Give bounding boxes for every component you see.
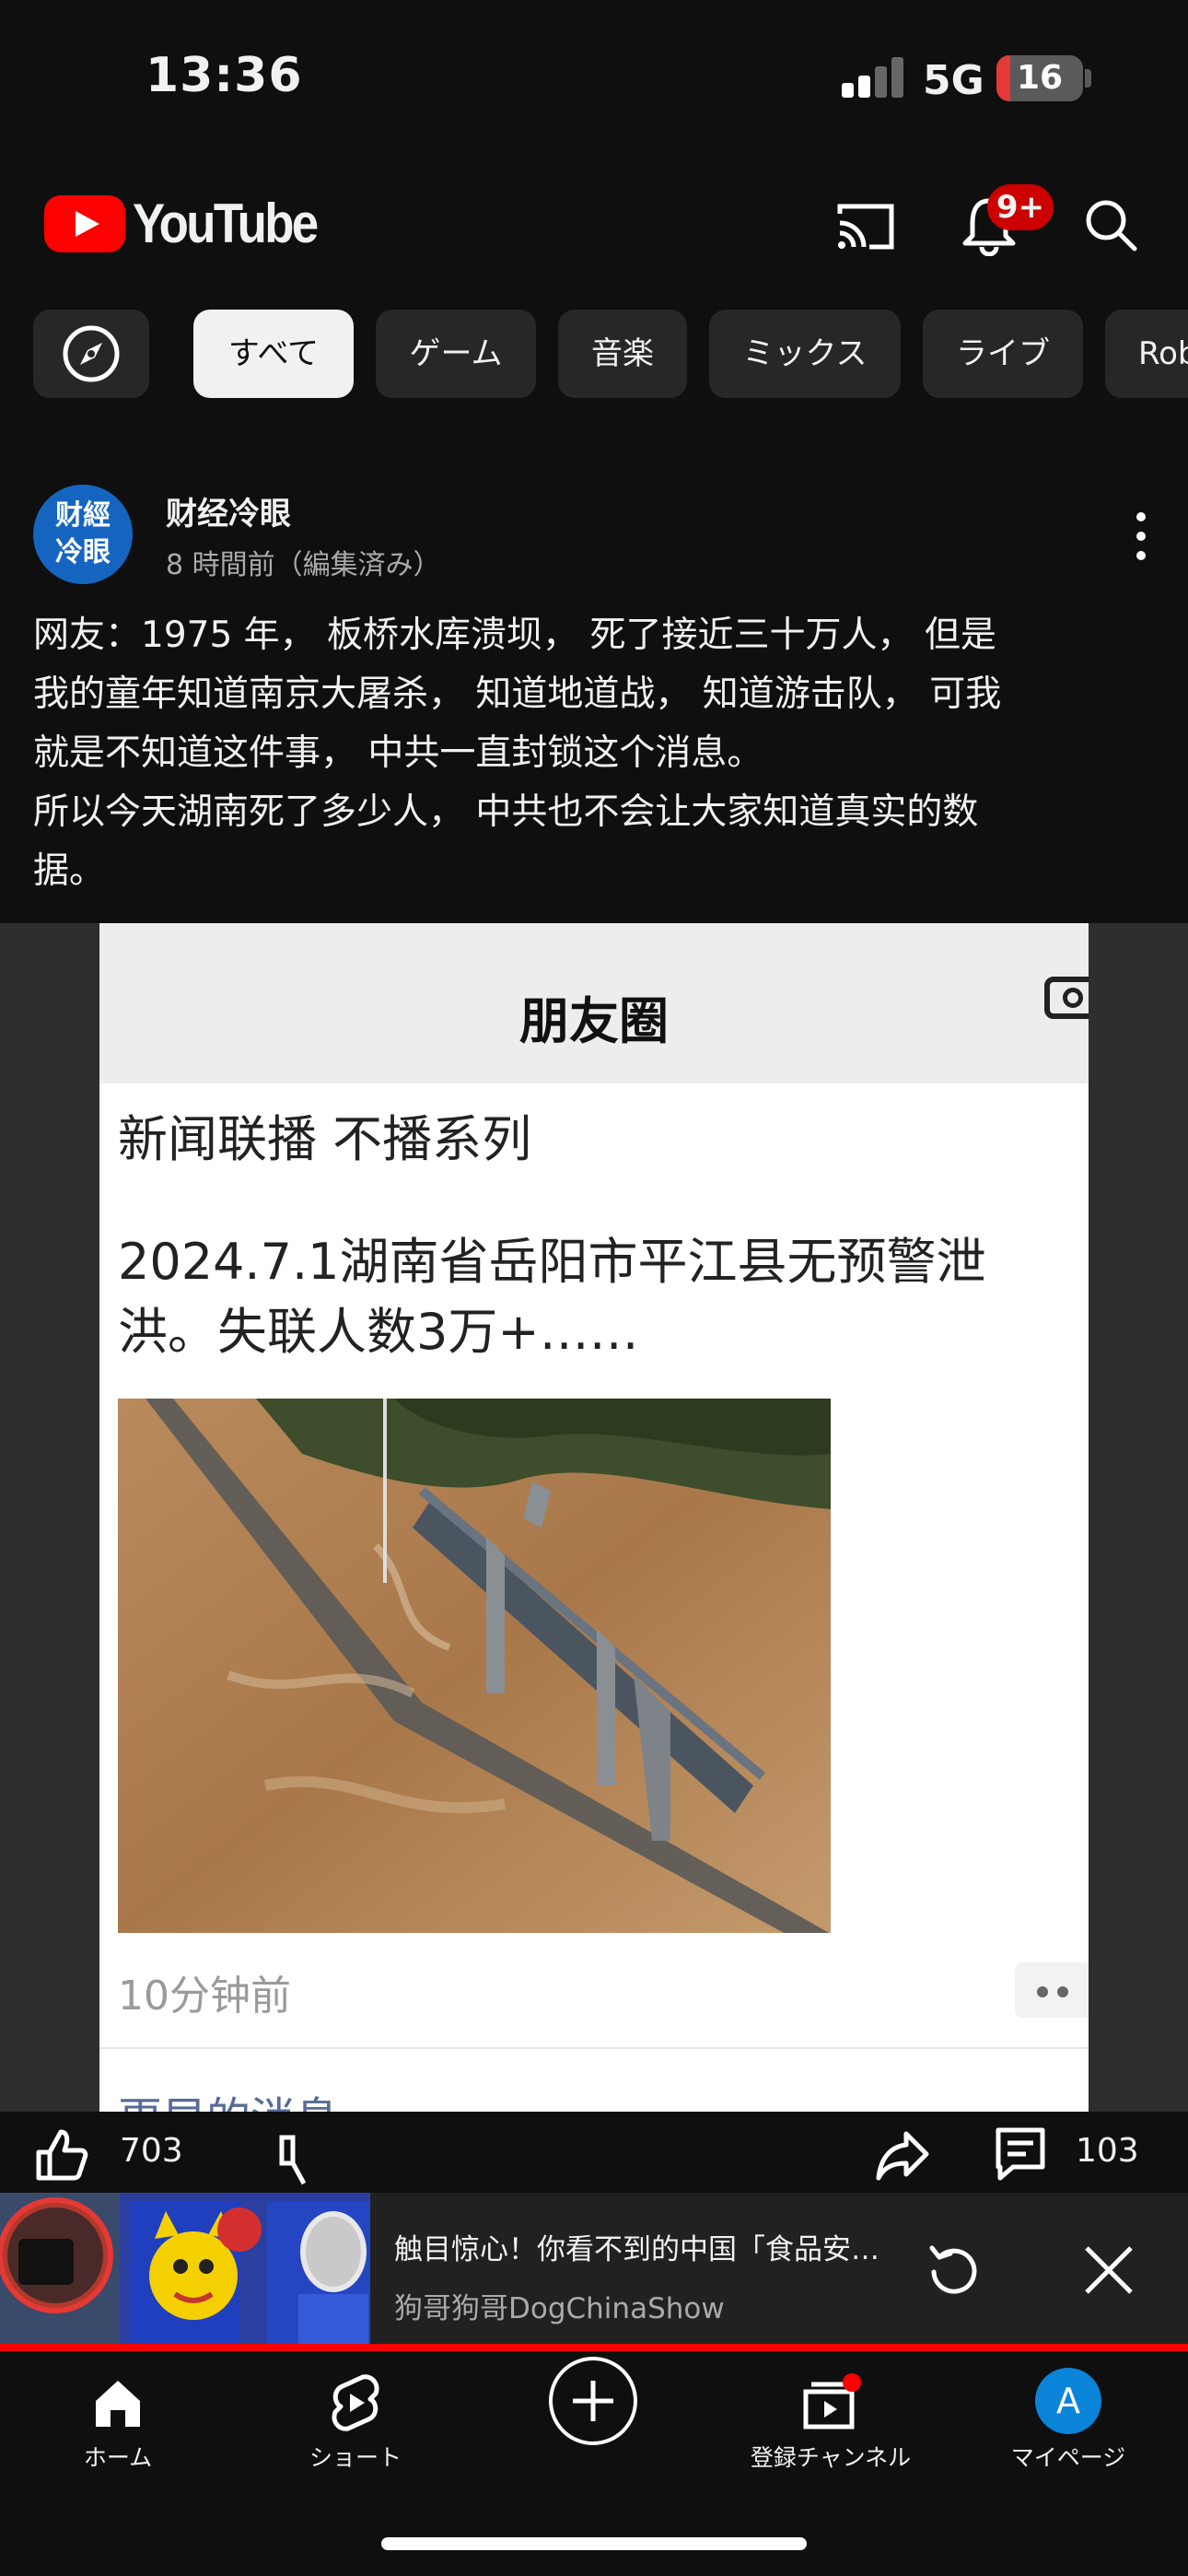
miniplayer-title[interactable]: 触目惊心！你看不到的中国「食品安全」 xyxy=(394,2226,882,2267)
notification-badge: 9+ xyxy=(987,184,1054,230)
miniplayer-progress-bar xyxy=(0,2344,1188,2351)
like-count: 703 xyxy=(120,2132,183,2170)
chip-gaming[interactable]: ゲーム xyxy=(376,310,536,398)
network-type: 5G xyxy=(923,57,984,104)
like-icon[interactable] xyxy=(33,2126,88,2182)
moments-more-icon xyxy=(1015,1962,1089,2018)
compass-icon xyxy=(63,325,120,382)
more-options-icon[interactable] xyxy=(1127,509,1155,564)
nav-you-label: マイページ xyxy=(1010,2444,1126,2471)
nav-home-label: ホーム xyxy=(83,2444,153,2471)
moments-next: 更早的消息 xyxy=(118,2082,339,2112)
nav-create[interactable] xyxy=(492,2351,694,2451)
channel-avatar[interactable]: 财經 冷眼 xyxy=(33,485,133,584)
moments-line-2: 2024.7.1湖南省岳阳市平江县无预警泄洪。失联人数3万+…… xyxy=(118,1233,986,1361)
post-image[interactable]: 朋友圈 新闻联播 不播系列 2024.7.1湖南省岳阳市平江县无预警泄洪。失联人… xyxy=(99,923,1089,2112)
moments-time: 10分钟前 xyxy=(118,1973,291,2020)
chip-live[interactable]: ライブ xyxy=(923,310,1083,398)
cast-icon[interactable] xyxy=(836,201,895,252)
youtube-logo-icon[interactable] xyxy=(44,195,125,252)
battery-level: 16 xyxy=(1016,59,1064,97)
chip-mix[interactable]: ミックス xyxy=(709,310,901,398)
chip-music[interactable]: 音楽 xyxy=(558,310,687,398)
nav-shorts-label: ショート xyxy=(309,2444,402,2471)
status-time: 13:36 xyxy=(146,48,303,103)
nav-subscriptions-label: 登録チャンネル xyxy=(750,2444,912,2471)
replay-icon[interactable] xyxy=(925,2241,984,2300)
miniplayer-channel: 狗哥狗哥DogChinaShow xyxy=(394,2292,725,2325)
miniplayer-thumbnail[interactable] xyxy=(0,2193,370,2348)
channel-name[interactable]: 财经冷眼 xyxy=(166,488,291,533)
create-plus-icon xyxy=(549,2357,637,2445)
avatar-text: 财經 冷眼 xyxy=(55,499,111,568)
moments-divider xyxy=(99,2047,1089,2049)
comments-icon[interactable] xyxy=(995,2126,1046,2182)
moments-title: 朋友圈 xyxy=(519,992,669,1050)
camera-icon xyxy=(1044,977,1089,1019)
youtube-wordmark[interactable]: YouTube xyxy=(133,192,319,255)
home-indicator xyxy=(381,2537,807,2550)
shorts-icon xyxy=(332,2374,379,2431)
share-icon[interactable] xyxy=(875,2126,930,2182)
dislike-icon[interactable] xyxy=(276,2132,332,2187)
chip-partial[interactable]: Rob xyxy=(1105,310,1188,398)
home-icon xyxy=(96,2381,140,2427)
subscriptions-icon xyxy=(803,2373,861,2430)
signal-icon xyxy=(842,57,904,98)
battery-icon: 16 xyxy=(996,55,1083,101)
nav-shorts[interactable]: ショート xyxy=(254,2351,457,2471)
nav-home[interactable]: ホーム xyxy=(17,2351,219,2471)
close-icon[interactable] xyxy=(1083,2244,1135,2296)
account-avatar[interactable]: A xyxy=(1035,2368,1101,2434)
miniplayer[interactable]: 触目惊心！你看不到的中国「食品安全」 狗哥狗哥DogChinaShow xyxy=(0,2193,1188,2348)
nav-subscriptions[interactable]: 登録チャンネル xyxy=(729,2351,932,2471)
moments-header: 朋友圈 xyxy=(99,923,1089,1083)
explore-chip[interactable] xyxy=(33,310,149,398)
post-text: 网友：1975 年， 板桥水库溃坝， 死了接近三十万人， 但是 我的童年知道南京… xyxy=(33,615,1002,892)
comment-count: 103 xyxy=(1076,2132,1139,2170)
chip-all[interactable]: すべて xyxy=(193,310,354,398)
post-meta: 8 時間前（編集済み） xyxy=(166,549,441,581)
search-icon[interactable] xyxy=(1083,197,1138,252)
battery-tip xyxy=(1085,69,1091,88)
moments-line-1: 新闻联播 不播系列 xyxy=(118,1110,532,1168)
flood-photo xyxy=(118,1399,831,1933)
post-actions: 703 103 xyxy=(0,2119,1188,2202)
